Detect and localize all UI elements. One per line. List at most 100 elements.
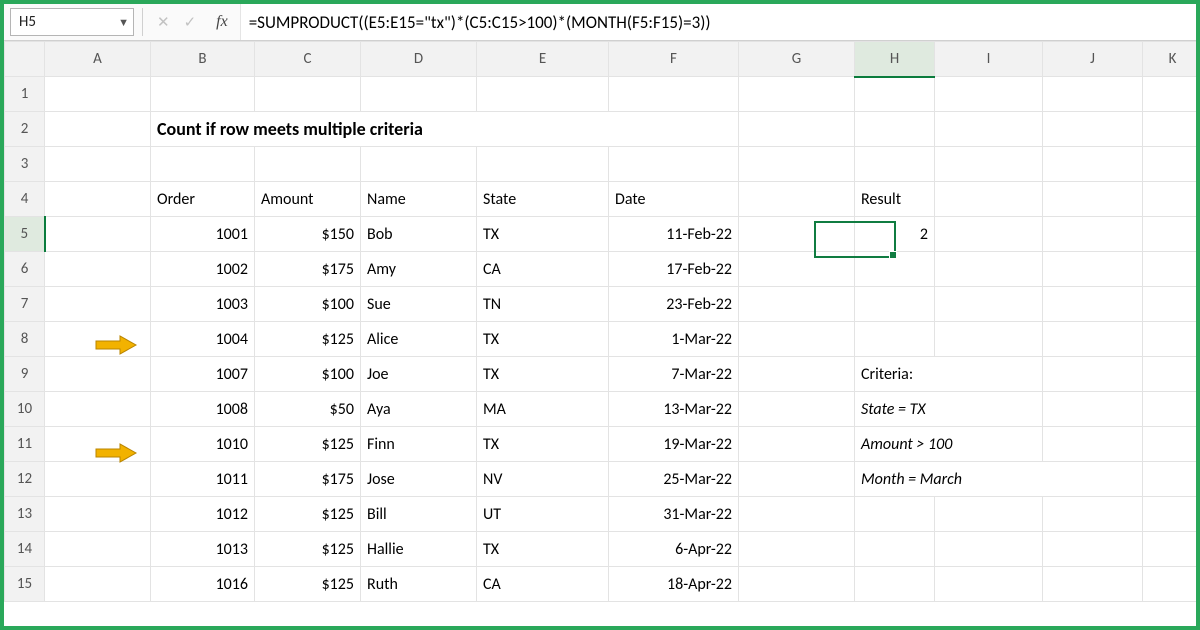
cell-date[interactable]: 25-Mar-22 <box>609 462 739 497</box>
col-header[interactable]: G <box>739 42 855 77</box>
col-header[interactable]: J <box>1043 42 1143 77</box>
row-header[interactable]: 6 <box>5 252 45 287</box>
cell-name[interactable]: Bob <box>361 217 477 252</box>
cell-date[interactable]: 11-Feb-22 <box>609 217 739 252</box>
cell-result-header[interactable]: Result <box>855 182 935 217</box>
cell-header-name[interactable]: Name <box>361 182 477 217</box>
cell-state[interactable]: CA <box>477 567 609 602</box>
name-box[interactable]: H5 ▼ <box>10 8 134 36</box>
cell-amount[interactable]: $125 <box>255 497 361 532</box>
row-header[interactable]: 3 <box>5 147 45 182</box>
cell-order[interactable]: 1007 <box>151 357 255 392</box>
cell-amount[interactable]: $50 <box>255 392 361 427</box>
cell-date[interactable]: 6-Apr-22 <box>609 532 739 567</box>
cell-state[interactable]: NV <box>477 462 609 497</box>
cell-order[interactable]: 1003 <box>151 287 255 322</box>
row-header[interactable]: 4 <box>5 182 45 217</box>
cell-amount[interactable]: $125 <box>255 427 361 462</box>
row-header[interactable]: 12 <box>5 462 45 497</box>
grid[interactable]: A B C D E F G H I J K 1 <box>4 41 1196 627</box>
cell-date[interactable]: 18-Apr-22 <box>609 567 739 602</box>
cell-state[interactable]: MA <box>477 392 609 427</box>
cell-state[interactable]: TX <box>477 532 609 567</box>
cell-name[interactable]: Jose <box>361 462 477 497</box>
row-header[interactable]: 9 <box>5 357 45 392</box>
cell-order[interactable]: 1002 <box>151 252 255 287</box>
cell-order[interactable]: 1016 <box>151 567 255 602</box>
cell-amount[interactable]: $125 <box>255 532 361 567</box>
cell-date[interactable]: 19-Mar-22 <box>609 427 739 462</box>
row-header[interactable]: 5 <box>5 217 45 252</box>
col-header[interactable]: D <box>361 42 477 77</box>
cell-date[interactable]: 1-Mar-22 <box>609 322 739 357</box>
cancel-icon[interactable]: ✕ <box>157 13 170 32</box>
cell-amount[interactable]: $175 <box>255 252 361 287</box>
col-header[interactable]: C <box>255 42 361 77</box>
fx-icon[interactable]: fx <box>210 13 234 31</box>
col-header[interactable]: K <box>1143 42 1197 77</box>
cell-name[interactable]: Amy <box>361 252 477 287</box>
cell-criteria-line[interactable]: State = TX <box>855 392 1043 427</box>
cell-state[interactable]: TX <box>477 322 609 357</box>
cell-title[interactable]: Count if row meets multiple criteria <box>151 112 739 147</box>
cell-state[interactable]: TN <box>477 287 609 322</box>
row-header[interactable]: 14 <box>5 532 45 567</box>
cell-criteria-heading[interactable]: Criteria: <box>855 357 1043 392</box>
select-all-corner[interactable] <box>5 42 45 77</box>
cell-order[interactable]: 1011 <box>151 462 255 497</box>
cell-amount[interactable]: $125 <box>255 322 361 357</box>
cell-name[interactable]: Alice <box>361 322 477 357</box>
cell-criteria-line[interactable]: Amount > 100 <box>855 427 1043 462</box>
cell-state[interactable]: TX <box>477 357 609 392</box>
row-header[interactable]: 2 <box>5 112 45 147</box>
cell-amount[interactable]: $175 <box>255 462 361 497</box>
row-header[interactable]: 10 <box>5 392 45 427</box>
cell-date[interactable]: 17-Feb-22 <box>609 252 739 287</box>
cell-state[interactable]: UT <box>477 497 609 532</box>
col-header[interactable]: E <box>477 42 609 77</box>
cell-name[interactable]: Sue <box>361 287 477 322</box>
cell-date[interactable]: 7-Mar-22 <box>609 357 739 392</box>
row-header[interactable]: 1 <box>5 77 45 112</box>
row-header[interactable]: 15 <box>5 567 45 602</box>
cell-amount[interactable]: $125 <box>255 567 361 602</box>
cell-name[interactable]: Finn <box>361 427 477 462</box>
cell-amount[interactable]: $100 <box>255 357 361 392</box>
cell-amount[interactable]: $100 <box>255 287 361 322</box>
cell-amount[interactable]: $150 <box>255 217 361 252</box>
row-header[interactable]: 7 <box>5 287 45 322</box>
cell-order[interactable]: 1008 <box>151 392 255 427</box>
row-header[interactable]: 11 <box>5 427 45 462</box>
col-header[interactable]: A <box>45 42 151 77</box>
cell-result-value[interactable]: 2 <box>855 217 935 252</box>
cell-state[interactable]: TX <box>477 217 609 252</box>
col-header[interactable]: B <box>151 42 255 77</box>
cell-order[interactable]: 1004 <box>151 322 255 357</box>
row-header[interactable]: 13 <box>5 497 45 532</box>
cell-name[interactable]: Hallie <box>361 532 477 567</box>
cell-name[interactable]: Aya <box>361 392 477 427</box>
cell-name[interactable]: Joe <box>361 357 477 392</box>
cell-order[interactable]: 1012 <box>151 497 255 532</box>
cell-order[interactable]: 1001 <box>151 217 255 252</box>
cell-criteria-line[interactable]: Month = March <box>855 462 1143 497</box>
cell-header-amount[interactable]: Amount <box>255 182 361 217</box>
cell-order[interactable]: 1010 <box>151 427 255 462</box>
enter-icon[interactable]: ✓ <box>184 13 197 32</box>
cell-header-date[interactable]: Date <box>609 182 739 217</box>
cell-date[interactable]: 31-Mar-22 <box>609 497 739 532</box>
cell-state[interactable]: CA <box>477 252 609 287</box>
cell-order[interactable]: 1013 <box>151 532 255 567</box>
cell-date[interactable]: 13-Mar-22 <box>609 392 739 427</box>
cell-date[interactable]: 23-Feb-22 <box>609 287 739 322</box>
col-header[interactable]: I <box>935 42 1043 77</box>
formula-input[interactable]: =SUMPRODUCT((E5:E15="tx")*(C5:C15>100)*(… <box>240 4 1196 40</box>
cell-state[interactable]: TX <box>477 427 609 462</box>
col-header[interactable]: F <box>609 42 739 77</box>
row-header[interactable]: 8 <box>5 322 45 357</box>
cell-name[interactable]: Ruth <box>361 567 477 602</box>
col-header[interactable]: H <box>855 42 935 77</box>
cell-header-order[interactable]: Order <box>151 182 255 217</box>
cell-name[interactable]: Bill <box>361 497 477 532</box>
cell-header-state[interactable]: State <box>477 182 609 217</box>
